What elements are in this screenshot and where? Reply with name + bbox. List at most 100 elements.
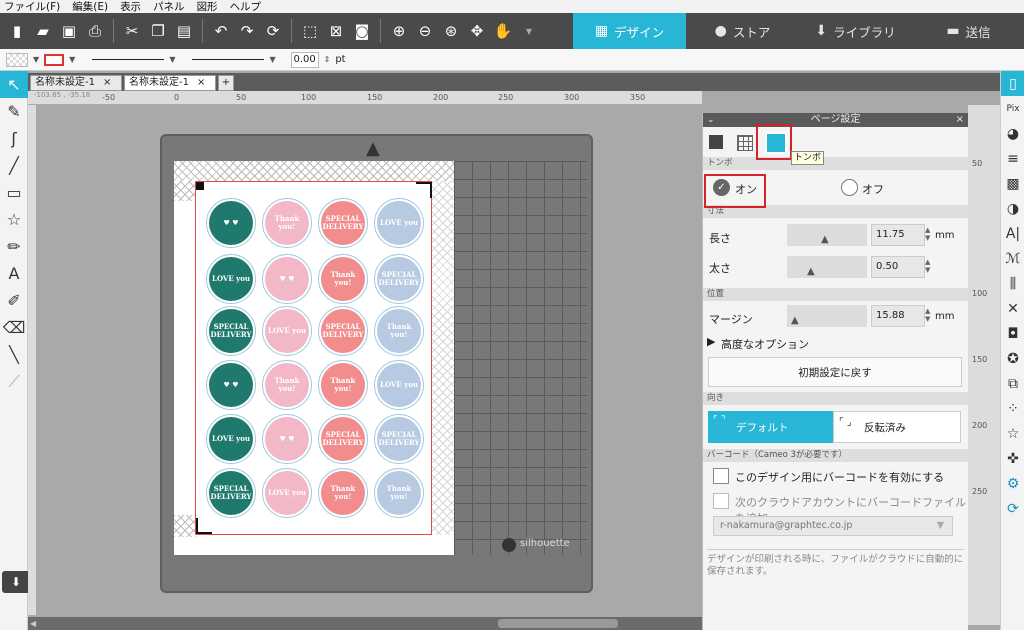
menu-shape[interactable]: 図形 [197,0,218,14]
length-slider[interactable]: ▲ [787,224,867,246]
deselect-icon[interactable]: ⊠ [325,20,347,42]
tab-send[interactable]: ▬ 送信 [912,13,1024,49]
reset-defaults-button[interactable]: 初期設定に戻す [708,357,962,387]
sync-icon[interactable]: ⟳ [1001,496,1024,521]
chevron-down-icon[interactable]: ▼ [69,55,75,64]
sticker-circle[interactable]: SPECIAL DELIVERY [206,306,256,356]
radio-off-icon[interactable] [841,179,858,196]
cut-icon[interactable]: ✂ [121,20,143,42]
zoom-in-icon[interactable]: ⊕ [388,20,410,42]
sticker-circle[interactable]: ♥ ♥ [206,360,256,410]
sticker-circle[interactable]: LOVE you [374,198,424,248]
orientation-reversed-button[interactable]: 反転済み [833,411,961,443]
curve-tool-icon[interactable]: ʃ [0,125,28,152]
select-tool-icon[interactable]: ↖ [0,71,28,98]
zoom-out-icon[interactable]: ⊖ [414,20,436,42]
sticker-circle[interactable]: LOVE you [206,414,256,464]
grid-tab-icon[interactable] [737,135,753,151]
sticker-circle[interactable]: ♥ ♥ [262,254,312,304]
palette-icon[interactable]: ◕ [1001,121,1024,146]
thickness-slider[interactable]: ▲ [787,256,867,278]
spinner-icon[interactable]: ⇕ [324,55,331,64]
radio-off-label[interactable]: オフ [862,181,884,197]
copy-icon[interactable]: ❐ [147,20,169,42]
menu-file[interactable]: ファイル(F) [4,0,60,14]
sticker-circle[interactable]: Thank you! [262,198,312,248]
spinner-icon[interactable]: ▲ ▼ [925,307,930,323]
barcode-enable-label[interactable]: このデザイン用にバーコードを有効にする [735,469,944,485]
line-style-icon[interactable]: ≡ [1001,146,1024,171]
horizontal-scrollbar[interactable]: ◀ [28,617,702,630]
sticker-circle[interactable]: LOVE you [262,468,312,518]
spinner-icon[interactable]: ▲ ▼ [925,258,930,274]
open-folder-icon[interactable]: ▰ [32,20,54,42]
doc-tab-active[interactable]: 名称未設定-1 × [124,75,216,91]
sticker-circle[interactable]: Thank you! [374,306,424,356]
eraser-tool-icon[interactable]: ⌫ [0,314,28,341]
line-color-swatch[interactable] [44,53,65,66]
chevron-down-icon[interactable]: ▼ [269,55,275,64]
sticker-circle[interactable]: SPECIAL DELIVERY [374,414,424,464]
advanced-options-link[interactable]: 高度なオプション [721,336,809,352]
menu-edit[interactable]: 編集(E) [72,0,108,14]
page-tab-icon[interactable] [709,135,723,149]
doc-tab[interactable]: 名称未設定-1 × [30,75,122,91]
sticker-circle[interactable]: SPECIAL DELIVERY [318,306,368,356]
line-width-input[interactable]: 0.00 [290,51,319,68]
sticker-circle[interactable]: LOVE you [262,306,312,356]
fill-pattern-icon[interactable]: ▩ [1001,171,1024,196]
eyedropper-icon[interactable]: ⟋ [0,368,28,395]
move-arrows-icon[interactable]: ✥ [466,20,488,42]
select-by-color-icon[interactable]: ◙ [351,20,373,42]
trace-icon[interactable]: ⧉ [1001,371,1024,396]
settings-gear-icon[interactable]: ⚙ [1001,471,1024,496]
select-all-icon[interactable]: ⬚ [299,20,321,42]
replicate-icon[interactable]: ✜ [1001,446,1024,471]
sticker-circle[interactable]: Thank you! [318,468,368,518]
tab-design[interactable]: ▦ デザイン [573,13,686,49]
redo-icon[interactable]: ↷ [236,20,258,42]
tab-library[interactable]: ⬇ ライブラリ [799,13,912,49]
sticker-circle[interactable]: LOVE you [374,360,424,410]
new-doc-icon[interactable]: ▮ [6,20,28,42]
barcode-cloud-checkbox[interactable] [713,493,729,509]
sticker-circle[interactable]: SPECIAL DELIVERY [318,198,368,248]
sticker-circle[interactable]: Thank you! [262,360,312,410]
sticker-circle[interactable]: ♥ ♥ [206,198,256,248]
sticker-circle[interactable]: LOVE you [206,254,256,304]
account-select[interactable]: r-nakamura@graphtec.co.jp ▼ [713,516,953,536]
dots-pattern-icon[interactable]: ⁘ [1001,396,1024,421]
align-icon[interactable]: ⫼ [1001,271,1024,296]
redraw-icon[interactable]: ⟳ [262,20,284,42]
star-favorite-icon[interactable]: ✪ [1001,346,1024,371]
chevron-down-icon[interactable]: ▼ [169,55,175,64]
print-icon[interactable]: ⎙ [84,20,106,42]
line-tool-icon[interactable]: ╱ [0,152,28,179]
pencil-tool-icon[interactable]: ✏ [0,233,28,260]
line-style-sample[interactable] [92,59,165,60]
orientation-default-button[interactable]: デフォルト [708,411,833,443]
sticker-circle[interactable]: SPECIAL DELIVERY [374,254,424,304]
sticker-circle[interactable]: SPECIAL DELIVERY [318,414,368,464]
advanced-row[interactable]: ▶ 高度なオプション [703,335,968,351]
scroll-left-icon[interactable]: ◀ [30,619,38,628]
sticker-circle[interactable]: Thank you! [318,360,368,410]
menu-panel[interactable]: パネル [153,0,185,14]
sketch-font-icon[interactable]: ℳ [1001,246,1024,271]
add-tab-button[interactable]: + [218,75,234,91]
edit-points-icon[interactable]: ✎ [0,98,28,125]
page-settings-icon[interactable]: ▯ [1001,71,1024,96]
line-end-sample[interactable] [192,59,265,60]
offset-star-icon[interactable]: ☆ [1001,421,1024,446]
sticker-circle[interactable]: SPECIAL DELIVERY [206,468,256,518]
expand-arrow-icon[interactable]: ▶ [707,335,715,348]
menu-view[interactable]: 表示 [120,0,141,14]
close-icon[interactable]: × [956,113,964,127]
scroll-thumb[interactable] [498,619,618,628]
chevron-down-icon[interactable]: ▼ [518,20,540,42]
margin-slider[interactable]: ▲ [787,305,867,327]
modify-icon[interactable]: ◘ [1001,321,1024,346]
menu-help[interactable]: ヘルプ [230,0,262,14]
library-drawer-icon[interactable]: ⬇ [2,571,30,593]
collapse-chevron-icon[interactable]: ⌄ [707,113,715,127]
